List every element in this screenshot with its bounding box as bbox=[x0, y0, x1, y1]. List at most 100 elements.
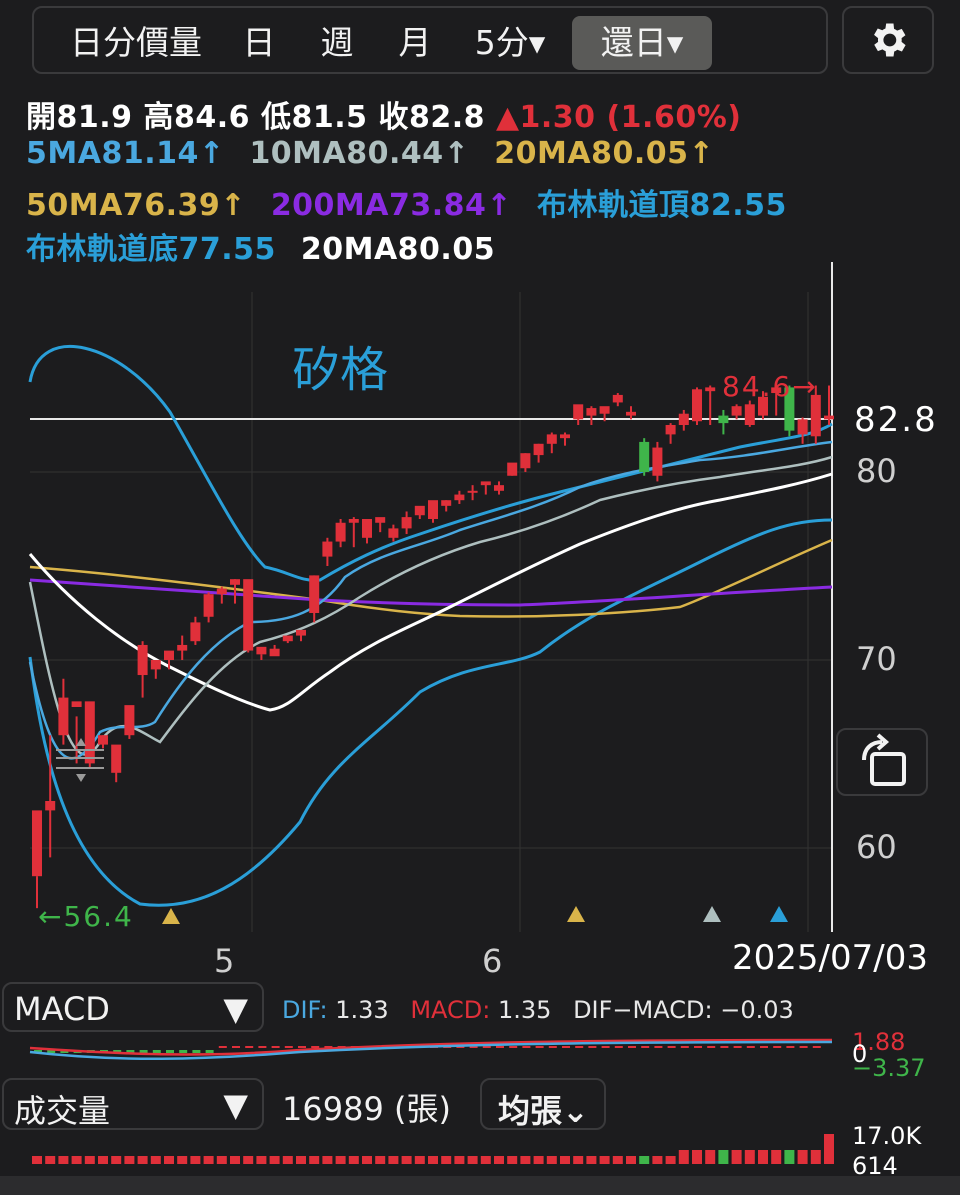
triangle-down-icon: ▼ bbox=[223, 990, 248, 1028]
volume-bar bbox=[467, 1156, 478, 1164]
candle-body bbox=[282, 635, 293, 642]
volume-bar bbox=[678, 1150, 689, 1164]
ma200-line bbox=[29, 578, 833, 607]
x-label-5: 5 bbox=[214, 942, 235, 980]
ma50-value: 50MA76.39↑ bbox=[26, 188, 246, 223]
candle-body bbox=[58, 697, 69, 736]
event-marker-1 bbox=[162, 908, 180, 924]
candle-body bbox=[177, 644, 188, 651]
volume-bar bbox=[586, 1156, 597, 1164]
candle-body bbox=[309, 575, 320, 613]
macd-bar bbox=[232, 1046, 240, 1048]
volume-bar bbox=[665, 1156, 676, 1164]
volume-axis-top: 17.0K bbox=[852, 1122, 922, 1150]
macd-bar bbox=[245, 1046, 254, 1048]
candle-body bbox=[401, 517, 412, 529]
volume-bar bbox=[626, 1156, 636, 1164]
volume-bar bbox=[348, 1156, 359, 1164]
macd-bar bbox=[218, 1046, 227, 1048]
macd-bar bbox=[258, 1046, 267, 1048]
macd-bar bbox=[641, 1046, 650, 1048]
candle-body bbox=[599, 406, 610, 414]
volume-bar bbox=[639, 1156, 650, 1164]
dif-macd-label: DIF−MACD: bbox=[573, 996, 713, 1024]
bottom-bar bbox=[0, 1176, 960, 1195]
last-price-label: 82.8 bbox=[854, 400, 938, 440]
candle-body bbox=[705, 387, 716, 392]
tab-5min[interactable]: 5分▾ bbox=[464, 16, 556, 70]
macd-selector[interactable]: MACD ▼ bbox=[2, 982, 264, 1032]
event-marker-4 bbox=[770, 906, 788, 922]
rotate-screen-icon bbox=[862, 733, 906, 786]
settings-button[interactable] bbox=[842, 6, 934, 74]
volume-bar bbox=[705, 1150, 716, 1164]
volume-bar bbox=[230, 1156, 240, 1164]
volume-bar bbox=[164, 1156, 174, 1164]
macd-bar bbox=[746, 1046, 755, 1048]
price-chart[interactable] bbox=[0, 262, 960, 952]
event-marker-3 bbox=[703, 906, 721, 922]
candle-body bbox=[98, 735, 108, 745]
tab-day[interactable]: 日 bbox=[230, 16, 288, 70]
candle-body bbox=[612, 394, 623, 403]
volume-bar bbox=[84, 1156, 95, 1164]
volume-bar bbox=[216, 1156, 227, 1164]
volume-bar bbox=[520, 1156, 531, 1164]
candle-body bbox=[243, 579, 254, 651]
ma200-value: 200MA73.84↑ bbox=[270, 188, 513, 223]
y-label-60: 60 bbox=[856, 828, 897, 866]
low-value: 81.5 bbox=[291, 100, 368, 135]
macd-bar bbox=[152, 1050, 161, 1053]
tab-price-volume[interactable]: 日分價量 bbox=[48, 16, 224, 70]
volume-selector-label: 成交量 bbox=[14, 1092, 111, 1130]
tab-week[interactable]: 週 bbox=[308, 16, 366, 70]
candlesticks bbox=[32, 385, 834, 909]
volume-bar bbox=[599, 1156, 610, 1164]
volume-bar bbox=[150, 1156, 161, 1164]
macd-bar bbox=[205, 1050, 214, 1053]
candle-body bbox=[388, 528, 399, 538]
candle-body bbox=[520, 453, 531, 469]
volume-unit-button[interactable]: 均張⌄ bbox=[480, 1078, 606, 1130]
candle-body bbox=[348, 519, 359, 523]
volume-bar bbox=[414, 1156, 425, 1164]
y-label-70: 70 bbox=[856, 640, 897, 678]
volume-bar bbox=[137, 1156, 148, 1164]
candle-body bbox=[718, 415, 729, 424]
volume-bar bbox=[177, 1156, 188, 1164]
macd-bar bbox=[179, 1050, 188, 1053]
macd-bar bbox=[667, 1046, 676, 1048]
volume-bar bbox=[388, 1156, 399, 1164]
macd-bar bbox=[601, 1046, 610, 1048]
candle-body bbox=[639, 441, 650, 472]
candle-body bbox=[335, 522, 346, 542]
macd-bar bbox=[522, 1046, 531, 1048]
candle-body bbox=[32, 810, 42, 877]
gear-icon bbox=[874, 23, 906, 57]
macd-bar bbox=[733, 1046, 742, 1048]
volume-bar bbox=[322, 1156, 333, 1164]
volume-bar bbox=[744, 1150, 755, 1164]
macd-bar bbox=[548, 1046, 557, 1048]
volume-chart bbox=[32, 1134, 834, 1164]
change-value: ▲1.30 (1.60%) bbox=[495, 100, 742, 135]
tab-month[interactable]: 月 bbox=[386, 16, 444, 70]
macd-bar bbox=[166, 1050, 174, 1053]
candle-body bbox=[441, 500, 452, 506]
macd-bar bbox=[720, 1046, 729, 1048]
volume-selector[interactable]: 成交量 ▼ bbox=[2, 1078, 264, 1130]
tab-adjusted-day[interactable]: 還日▾ bbox=[572, 16, 712, 70]
volume-bar bbox=[71, 1156, 82, 1164]
candle-body bbox=[652, 447, 663, 476]
macd-chart bbox=[29, 1038, 833, 1061]
volume-bar bbox=[546, 1156, 557, 1164]
volume-bar bbox=[652, 1156, 663, 1164]
rotate-button[interactable] bbox=[836, 728, 928, 796]
candle-body bbox=[744, 404, 755, 425]
macd-bar bbox=[707, 1046, 716, 1048]
volume-bar bbox=[111, 1156, 122, 1164]
dif-value: 1.33 bbox=[335, 996, 389, 1024]
volume-bar bbox=[810, 1150, 821, 1164]
candle-body bbox=[507, 462, 518, 476]
candle-body bbox=[216, 588, 227, 595]
